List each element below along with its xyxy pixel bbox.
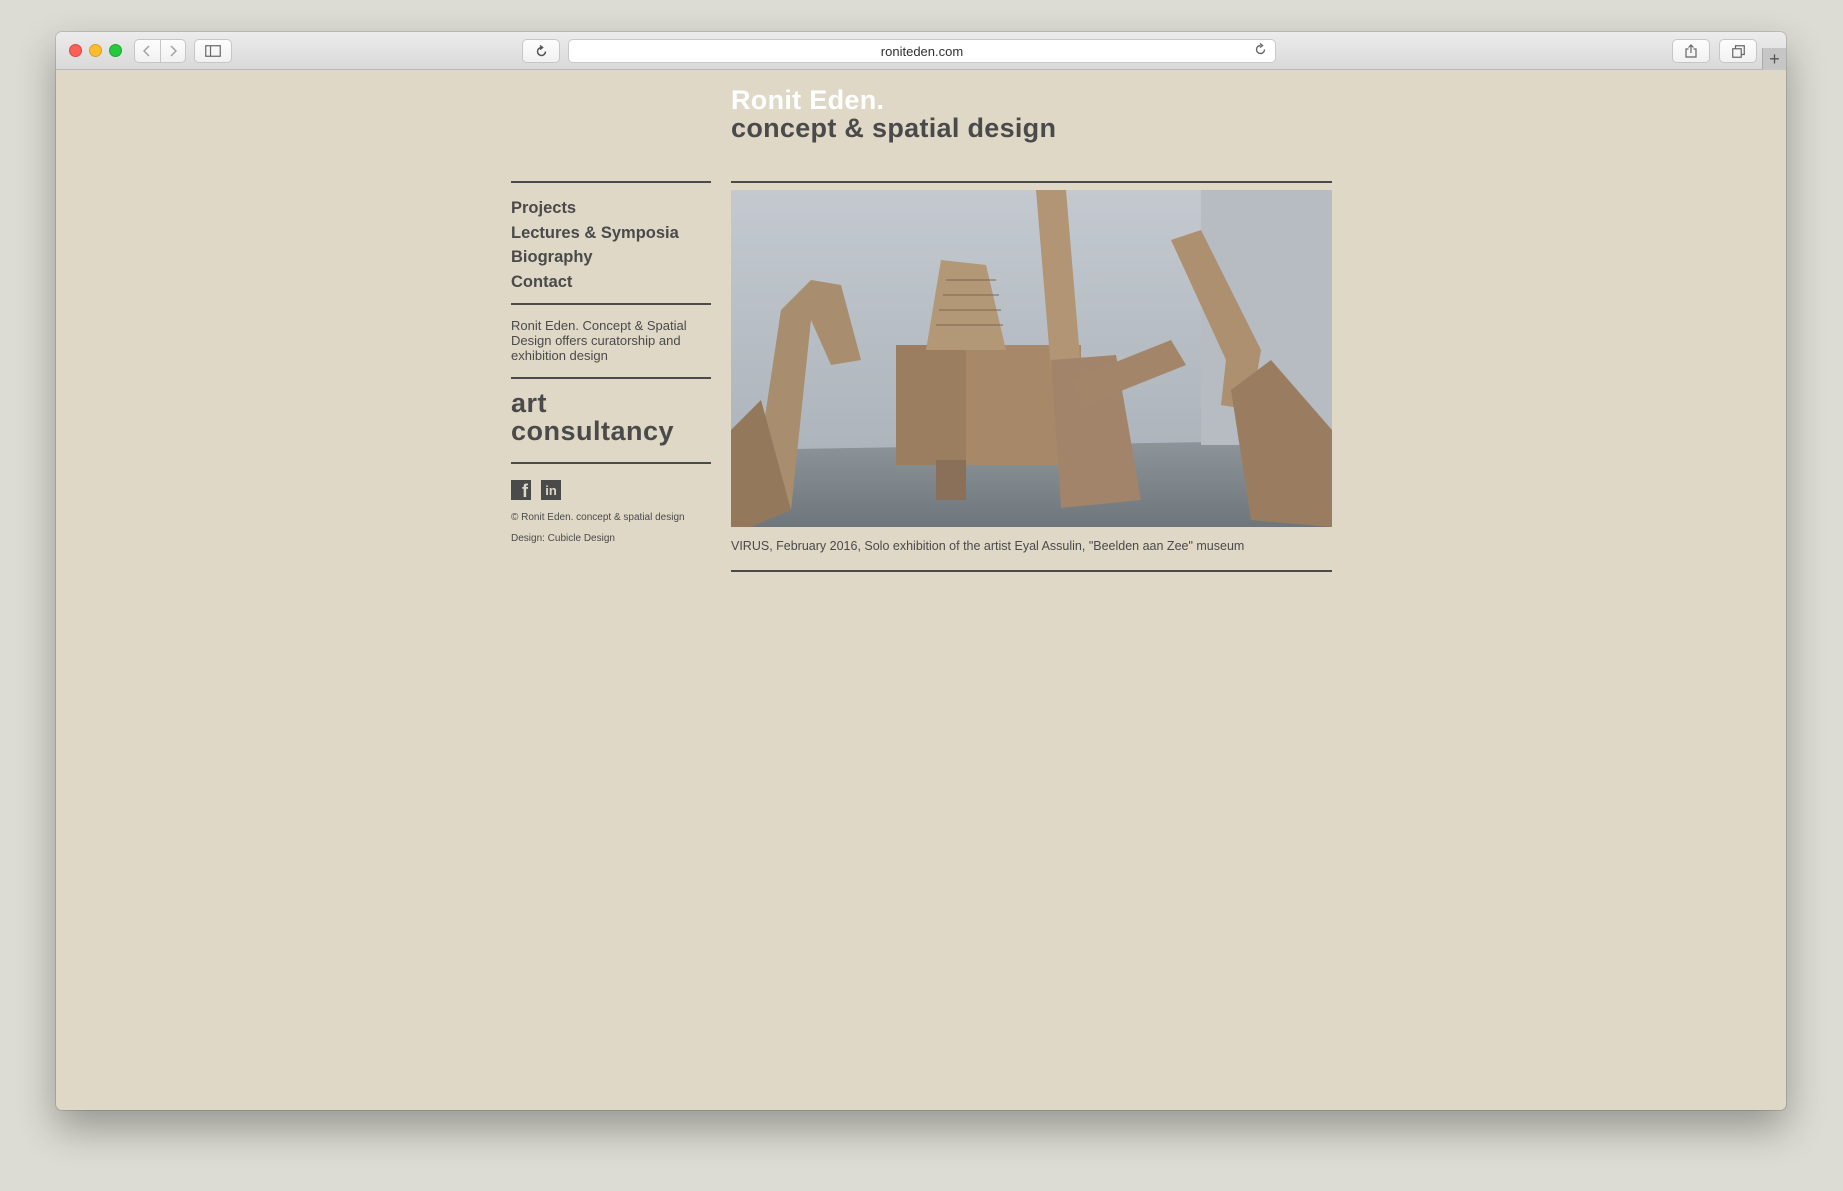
site-title[interactable]: Ronit Eden. concept & spatial design [731, 86, 1332, 142]
art-consultancy-link[interactable]: art consultancy [511, 389, 711, 445]
browser-window: roniteden.com + Ronit Eden. concept & sp… [56, 32, 1786, 1110]
forward-button[interactable] [159, 40, 185, 62]
share-button[interactable] [1672, 39, 1710, 63]
show-tabs-button[interactable] [1719, 39, 1757, 63]
sidebar-toggle-button[interactable] [194, 39, 232, 63]
divider [511, 377, 711, 379]
reload-icon [536, 44, 546, 56]
nav-link-lectures[interactable]: Lectures & Symposia [511, 221, 711, 246]
share-icon [1685, 44, 1697, 58]
back-button[interactable] [135, 40, 160, 62]
art-consultancy-line1: art [511, 388, 548, 418]
reload-button[interactable] [522, 39, 560, 63]
social-links: f in [511, 480, 561, 500]
sidebar-icon [205, 45, 221, 57]
divider [731, 181, 1332, 183]
maximize-window-button[interactable] [109, 44, 122, 57]
intro-blurb: Ronit Eden. Concept & Spatial Design off… [511, 318, 687, 363]
design-credit[interactable]: Design: Cubicle Design [511, 533, 615, 544]
plus-icon: + [1769, 48, 1780, 69]
url-text: roniteden.com [880, 43, 964, 59]
nav-link-biography[interactable]: Biography [511, 245, 711, 270]
nav-link-contact[interactable]: Contact [511, 270, 711, 295]
copyright-text: © Ronit Eden. concept & spatial design [511, 512, 685, 523]
new-tab-button[interactable]: + [1762, 48, 1786, 70]
chevron-right-icon [170, 45, 177, 57]
page-content: Ronit Eden. concept & spatial design Pro… [56, 70, 1786, 1110]
browser-toolbar: roniteden.com + [56, 32, 1786, 70]
divider [511, 303, 711, 305]
nav-link-projects[interactable]: Projects [511, 196, 711, 221]
main-nav: Projects Lectures & Symposia Biography C… [511, 196, 711, 294]
divider [511, 181, 711, 183]
linkedin-icon[interactable]: in [541, 480, 561, 500]
minimize-window-button[interactable] [89, 44, 102, 57]
art-consultancy-line2: consultancy [511, 416, 675, 446]
address-bar[interactable]: roniteden.com [568, 39, 1276, 63]
site-tagline: concept & spatial design [731, 113, 1057, 143]
history-nav-group [134, 39, 186, 63]
feature-photo-illustration [731, 190, 1332, 527]
address-refresh-icon[interactable] [1254, 42, 1267, 61]
divider [511, 462, 711, 464]
facebook-icon[interactable]: f [511, 480, 531, 500]
feature-photo [731, 190, 1332, 527]
photo-caption: VIRUS, February 2016, Solo exhibition of… [731, 539, 1245, 553]
site-name: Ronit Eden. [731, 85, 885, 115]
close-window-button[interactable] [69, 44, 82, 57]
divider [731, 570, 1332, 572]
chevron-left-icon [143, 45, 151, 57]
tabs-icon [1731, 44, 1745, 58]
